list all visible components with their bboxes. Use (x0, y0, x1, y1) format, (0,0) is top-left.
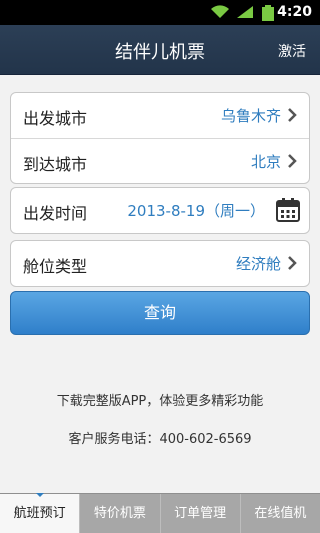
status-bar: 4:20 (0, 0, 320, 25)
app-header: 结伴儿机票 激活 (0, 25, 320, 75)
tab-label: 特价机票 (93, 506, 146, 521)
departure-city-row[interactable]: 出发城市 乌鲁木齐 (11, 93, 309, 138)
promo-text: 下载完整版APP，体验更多精彩功能 (56, 394, 264, 409)
tab-flight-booking[interactable]: 航班预订 (0, 493, 80, 533)
signal-icon (237, 6, 253, 18)
cabin-card: 舱位类型 经济舱 (10, 240, 310, 287)
battery-icon (262, 5, 274, 21)
active-tab-indicator (35, 493, 44, 497)
cabin-type-label: 舱位类型 (23, 257, 88, 276)
departure-date-value: 2013-8-19（周一） (127, 202, 265, 220)
date-card: 出发时间 2013-8-19（周一） (10, 187, 310, 234)
departure-date-label: 出发时间 (23, 204, 88, 223)
chevron-right-icon (288, 108, 297, 122)
tab-label: 航班预订 (13, 506, 66, 521)
page-title: 结伴儿机票 (115, 42, 205, 63)
tab-label: 在线值机 (254, 506, 307, 521)
departure-city-value: 乌鲁木齐 (220, 107, 281, 125)
city-card: 出发城市 乌鲁木齐 到达城市 北京 (10, 92, 310, 184)
departure-date-row[interactable]: 出发时间 2013-8-19（周一） (11, 188, 309, 233)
tab-special-tickets[interactable]: 特价机票 (79, 494, 159, 533)
arrival-city-row[interactable]: 到达城市 北京 (11, 138, 309, 183)
wifi-icon (211, 5, 229, 19)
activate-button[interactable]: 激活 (278, 41, 306, 61)
cabin-type-value: 经济舱 (235, 255, 281, 273)
arrival-city-value: 北京 (250, 153, 281, 171)
clock: 4:20 (277, 4, 312, 20)
query-button[interactable]: 查询 (10, 291, 310, 335)
tab-order-management[interactable]: 订单管理 (159, 494, 240, 533)
chevron-right-icon (288, 256, 297, 270)
departure-city-label: 出发城市 (23, 109, 88, 128)
arrival-city-label: 到达城市 (23, 155, 88, 174)
cabin-type-row[interactable]: 舱位类型 经济舱 (11, 241, 309, 286)
bottom-tab-bar: 航班预订 特价机票 订单管理 在线值机 (0, 493, 320, 533)
tab-online-checkin[interactable]: 在线值机 (239, 494, 320, 533)
hotline-text[interactable]: 客户服务电话：400-602-6569 (0, 428, 320, 447)
chevron-right-icon (288, 154, 297, 168)
tab-label: 订单管理 (174, 506, 227, 521)
calendar-icon[interactable] (275, 197, 301, 223)
